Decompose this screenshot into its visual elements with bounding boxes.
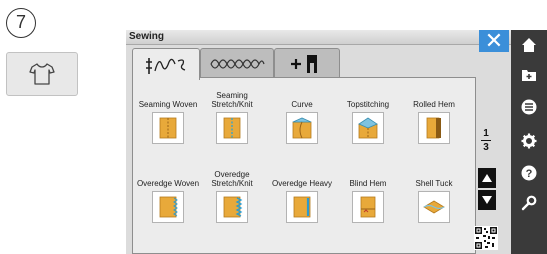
shirt-icon bbox=[29, 63, 55, 85]
garment-button[interactable] bbox=[6, 52, 78, 96]
home-icon bbox=[522, 38, 536, 52]
fabric-panel-icon bbox=[159, 117, 177, 139]
stitch-button[interactable] bbox=[152, 112, 184, 144]
stitch-overedge-woven: Overedge Woven bbox=[135, 170, 201, 223]
decorative-stitch-tab-icon bbox=[210, 58, 265, 69]
stitch-button[interactable] bbox=[286, 191, 318, 223]
menu-button[interactable] bbox=[511, 92, 547, 122]
stitch-seaming-woven: Seaming Woven bbox=[135, 91, 201, 144]
stitch-button[interactable] bbox=[352, 191, 384, 223]
tab-bar bbox=[132, 48, 472, 80]
stitch-label: Overedge Heavy bbox=[271, 178, 333, 188]
fabric-fold-icon bbox=[358, 117, 378, 139]
tab-add-pattern[interactable] bbox=[274, 48, 340, 78]
arrow-down-icon bbox=[482, 196, 492, 204]
menu-icon bbox=[521, 99, 537, 115]
stitch-topstitching: Topstitching bbox=[335, 91, 401, 144]
stitch-label: Topstitching bbox=[346, 99, 390, 109]
side-toolbar: ? bbox=[511, 30, 547, 254]
fabric-fold-icon bbox=[292, 117, 312, 139]
wrench-icon bbox=[521, 195, 537, 211]
stitch-label: Rolled Hem bbox=[413, 99, 455, 109]
stitch-rolled-hem: Rolled Hem bbox=[401, 91, 467, 144]
svg-text:?: ? bbox=[526, 168, 533, 180]
window-title: Sewing bbox=[129, 31, 165, 42]
settings-icon bbox=[521, 133, 537, 149]
page-indicator: 1 3 bbox=[478, 128, 494, 153]
stitch-label: Blind Hem bbox=[349, 178, 387, 188]
fabric-panel-icon bbox=[360, 196, 376, 218]
qr-code-icon bbox=[474, 226, 498, 250]
stitch-overedge-stretch: Overedge Stretch/Knit bbox=[199, 170, 265, 223]
step-number: 7 bbox=[6, 8, 36, 38]
page-up-button[interactable] bbox=[478, 168, 496, 188]
stitch-button[interactable] bbox=[352, 112, 384, 144]
help-button[interactable]: ? bbox=[511, 158, 547, 188]
folder-button[interactable] bbox=[511, 60, 547, 90]
page-down-button[interactable] bbox=[478, 190, 496, 210]
wrench-button[interactable] bbox=[511, 188, 547, 218]
fabric-panel-icon bbox=[159, 196, 178, 218]
stitch-shell-tuck: Shell Tuck bbox=[401, 170, 467, 223]
home-button[interactable] bbox=[511, 30, 547, 60]
fabric-panel-icon bbox=[293, 196, 311, 218]
stitch-button[interactable] bbox=[216, 112, 248, 144]
fabric-fold-icon bbox=[423, 200, 445, 214]
stitch-label: Shell Tuck bbox=[415, 178, 453, 188]
page-total: 3 bbox=[483, 142, 489, 153]
fabric-panel-icon bbox=[223, 117, 241, 139]
stitch-overedge-heavy: Overedge Heavy bbox=[269, 170, 335, 223]
qr-code[interactable] bbox=[474, 226, 498, 250]
stitch-seaming-stretch: Seaming Stretch/Knit bbox=[199, 91, 265, 144]
stitch-button[interactable] bbox=[418, 191, 450, 223]
close-icon: ✕ bbox=[484, 30, 504, 53]
stitch-curve: Curve bbox=[269, 91, 335, 144]
stitch-button[interactable] bbox=[152, 191, 184, 223]
stitch-button[interactable] bbox=[418, 112, 450, 144]
stitch-button[interactable] bbox=[216, 191, 248, 223]
stitch-label: Overedge Woven bbox=[136, 178, 200, 188]
stitch-label: Seaming Stretch/Knit bbox=[211, 91, 253, 109]
title-bar: Sewing bbox=[126, 30, 511, 45]
stitch-blind-hem: Blind Hem bbox=[335, 170, 401, 223]
fabric-panel-icon bbox=[426, 117, 441, 139]
arrow-up-icon bbox=[482, 174, 492, 182]
help-icon: ? bbox=[521, 165, 537, 181]
tab-decorative-stitches[interactable] bbox=[200, 48, 274, 78]
settings-button[interactable] bbox=[511, 126, 547, 156]
folder-icon bbox=[522, 70, 536, 81]
stitch-label: Seaming Woven bbox=[138, 99, 198, 109]
close-button[interactable]: ✕ bbox=[479, 30, 509, 52]
stitch-grid: Seaming Woven Seaming Stretch/Knit Curve bbox=[132, 77, 476, 254]
sewing-screen: Sewing ✕ Seaming Woven Seaming Stretch/K… bbox=[126, 30, 547, 254]
stitch-tab-icon bbox=[146, 57, 186, 74]
stitch-label: Overedge Stretch/Knit bbox=[211, 170, 253, 188]
page-current: 1 bbox=[483, 128, 489, 139]
add-pattern-tab-icon bbox=[291, 54, 317, 73]
page-divider bbox=[481, 140, 491, 141]
tab-utility-stitches[interactable] bbox=[132, 48, 200, 80]
stitch-button[interactable] bbox=[286, 112, 318, 144]
stitch-label: Curve bbox=[291, 99, 313, 109]
fabric-panel-icon bbox=[223, 196, 243, 218]
